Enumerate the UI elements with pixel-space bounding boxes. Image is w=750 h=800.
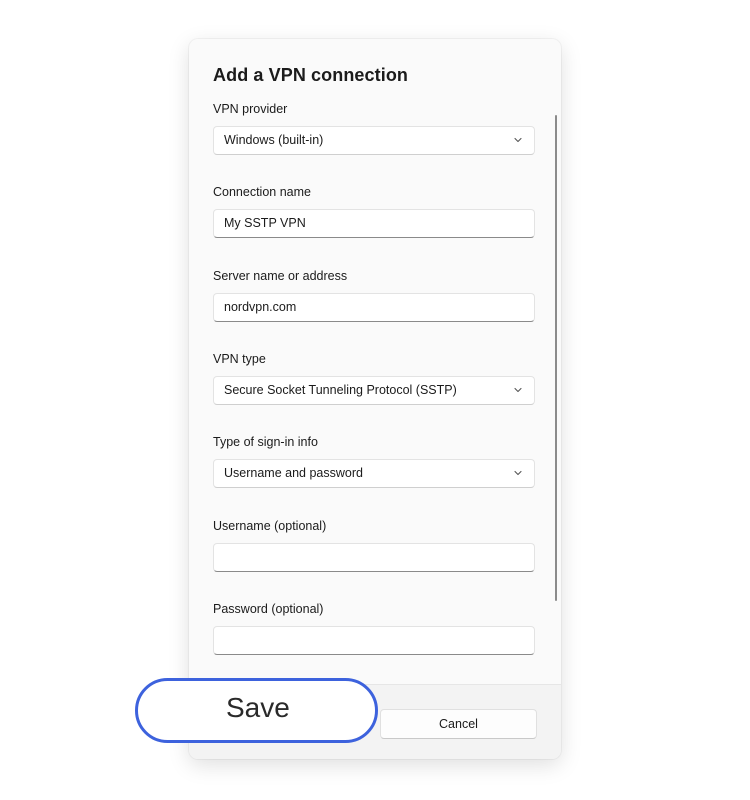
vpn-provider-dropdown[interactable]: Windows (built-in) <box>213 126 535 155</box>
password-input[interactable] <box>213 626 535 655</box>
chevron-down-icon <box>514 387 522 393</box>
connection-name-input[interactable]: My SSTP VPN <box>213 209 535 238</box>
screen: Add a VPN connection VPN provider Window… <box>0 0 750 800</box>
dialog-title: Add a VPN connection <box>213 65 409 85</box>
signin-type-value: Username and password <box>224 466 363 480</box>
username-input[interactable] <box>213 543 535 572</box>
cancel-button[interactable]: Cancel <box>380 709 537 739</box>
vpn-provider-value: Windows (built-in) <box>224 133 324 147</box>
vpn-dialog: Add a VPN connection VPN provider Window… <box>189 39 561 759</box>
chevron-down-icon <box>514 470 522 476</box>
save-button-label: Save <box>226 692 290 723</box>
scrollbar[interactable] <box>555 115 557 601</box>
server-name-label: Server name or address <box>213 269 348 283</box>
password-label: Password (optional) <box>213 602 324 616</box>
save-button[interactable]: Save <box>135 678 378 743</box>
server-name-value: nordvpn.com <box>224 300 297 314</box>
vpn-type-dropdown[interactable]: Secure Socket Tunneling Protocol (SSTP) <box>213 376 535 405</box>
signin-type-dropdown[interactable]: Username and password <box>213 459 535 488</box>
server-name-input[interactable]: nordvpn.com <box>213 293 535 322</box>
chevron-down-icon <box>514 137 522 143</box>
vpn-type-value: Secure Socket Tunneling Protocol (SSTP) <box>224 383 457 397</box>
cancel-button-label: Cancel <box>439 717 478 731</box>
vpn-provider-label: VPN provider <box>213 102 288 116</box>
connection-name-value: My SSTP VPN <box>224 216 306 230</box>
signin-type-label: Type of sign-in info <box>213 435 318 449</box>
username-label: Username (optional) <box>213 519 327 533</box>
vpn-type-label: VPN type <box>213 352 266 366</box>
connection-name-label: Connection name <box>213 185 311 199</box>
